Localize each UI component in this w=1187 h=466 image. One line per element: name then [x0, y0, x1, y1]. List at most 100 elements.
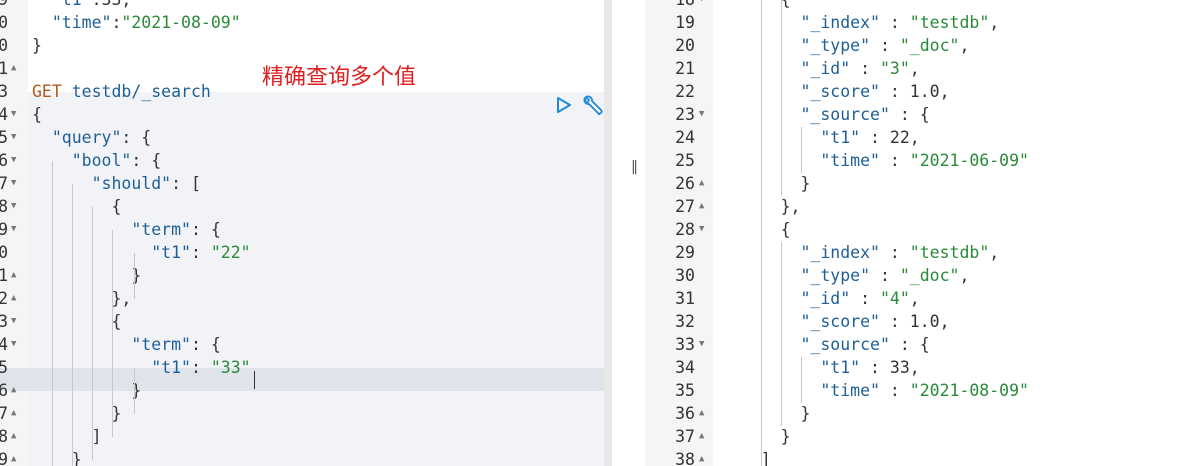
fold-down-icon[interactable]: ▼ [699, 333, 704, 356]
fold-down-icon[interactable]: ▼ [11, 172, 16, 195]
code-line: 28 ▼ { [645, 218, 1187, 241]
code-token: : { [131, 151, 162, 170]
line-number: 1 [0, 59, 8, 78]
code-token: } [32, 266, 142, 285]
fold-up-icon[interactable]: ▲ [11, 57, 16, 80]
indent-guide [801, 127, 802, 173]
code-token: , [909, 289, 920, 308]
line-number: 6 [0, 381, 8, 400]
code-token: : [870, 266, 900, 285]
code-text: } [32, 34, 42, 57]
fold-down-icon[interactable]: ▼ [11, 310, 16, 333]
code-token: "3" [879, 59, 910, 78]
indent-guide [761, 0, 762, 466]
line-number: 6 [0, 151, 8, 170]
code-text: "should": [ [32, 172, 201, 195]
code-token: "2021-06-09" [909, 151, 1029, 170]
code-text: } [721, 425, 791, 448]
code-text: "term": { [32, 333, 220, 356]
fold-up-icon[interactable]: ▲ [699, 195, 704, 218]
fold-up-icon[interactable]: ▲ [11, 264, 16, 287]
code-token: "_type" [800, 36, 871, 55]
fold-up-icon[interactable]: ▲ [11, 379, 16, 402]
code-token: : [850, 289, 880, 308]
line-number: 5 [0, 128, 8, 147]
code-token: } [32, 381, 142, 400]
resize-handle-icon[interactable]: ‖ [631, 159, 638, 175]
text-cursor [254, 371, 255, 389]
line-number: 37 [675, 427, 695, 446]
split-divider[interactable] [612, 0, 645, 466]
code-text: "_index" : "testdb", [721, 11, 999, 34]
code-token: : [879, 151, 910, 170]
code-token: "bool" [71, 151, 132, 170]
code-token: : { [190, 220, 221, 239]
code-token: "testdb" [909, 13, 990, 32]
fold-up-icon[interactable]: ▲ [11, 287, 16, 310]
fold-down-icon[interactable]: ▼ [11, 333, 16, 356]
request-editor-scrollbar[interactable] [604, 0, 612, 466]
fold-up-icon[interactable]: ▲ [11, 448, 16, 466]
fold-down-icon[interactable]: ▼ [11, 149, 16, 172]
code-token: "4" [879, 289, 910, 308]
code-line: 19 "_index" : "testdb", [645, 11, 1187, 34]
code-text: "_source" : { [721, 333, 929, 356]
code-line: 25 "time" : "2021-06-09" [645, 149, 1187, 172]
code-token: , [959, 266, 970, 285]
line-number: 32 [675, 312, 695, 331]
play-icon[interactable] [556, 96, 572, 114]
indent-guide [781, 0, 782, 196]
code-line: 18▼ { [645, 0, 1187, 11]
fold-down-icon[interactable]: ▼ [699, 103, 704, 126]
code-text: "_score" : 1.0, [721, 80, 950, 103]
code-token: "_source" [800, 335, 890, 354]
code-token: "query" [51, 128, 122, 147]
code-token: : 1.0, [879, 82, 950, 101]
code-token: "_index" [800, 13, 880, 32]
fold-down-icon[interactable]: ▼ [11, 126, 16, 149]
code-token: "_id" [800, 59, 851, 78]
code-token: , [909, 59, 920, 78]
code-line: 33 ▼ "_source" : { [645, 333, 1187, 356]
code-line: 34 "t1" : 33, [645, 356, 1187, 379]
code-line: 26 ▲ } [645, 172, 1187, 195]
fold-up-icon[interactable]: ▲ [699, 425, 704, 448]
code-text: } [32, 379, 141, 402]
fold-down-icon[interactable]: ▼ [11, 218, 16, 241]
code-line: 27 ▲ }, [645, 195, 1187, 218]
response-viewer-pane[interactable]: 18▼ {19 "_index" : "testdb",20 "_type" :… [645, 0, 1187, 466]
code-text: "term": { [32, 218, 221, 241]
fold-up-icon[interactable]: ▲ [699, 172, 704, 195]
line-number: 7 [0, 174, 8, 193]
line-number: 27 [675, 197, 695, 216]
code-token: "term" [131, 335, 191, 354]
line-number: 28 [675, 220, 695, 239]
fold-up-icon[interactable]: ▲ [699, 448, 704, 466]
fold-up-icon[interactable]: ▲ [699, 402, 704, 425]
code-line: 32 "_score" : 1.0, [645, 310, 1187, 333]
fold-up-icon[interactable]: ▲ [11, 425, 16, 448]
fold-down-icon[interactable]: ▼ [11, 103, 16, 126]
code-token: , [989, 13, 1000, 32]
line-number: 26 [675, 174, 695, 193]
code-token: { [721, 220, 791, 239]
code-token: "_type" [800, 266, 871, 285]
line-number: 23 [675, 105, 695, 124]
indent-guide [112, 230, 113, 437]
code-token: testdb/_search [61, 82, 211, 101]
code-text: } [32, 264, 141, 287]
code-text: "time" : "2021-08-09" [721, 379, 1029, 402]
code-token: : 33, [860, 358, 920, 377]
wrench-icon[interactable] [580, 95, 604, 119]
fold-down-icon[interactable]: ▼ [11, 195, 16, 218]
fold-down-icon[interactable]: ▼ [699, 218, 704, 241]
fold-down-icon[interactable]: ▼ [699, 0, 704, 11]
fold-up-icon[interactable]: ▲ [11, 402, 16, 425]
code-text: "_score" : 1.0, [721, 310, 949, 333]
code-line: 30 "_type" : "_doc", [645, 264, 1187, 287]
line-number: 18 [645, 0, 695, 11]
line-number: 31 [675, 289, 695, 308]
